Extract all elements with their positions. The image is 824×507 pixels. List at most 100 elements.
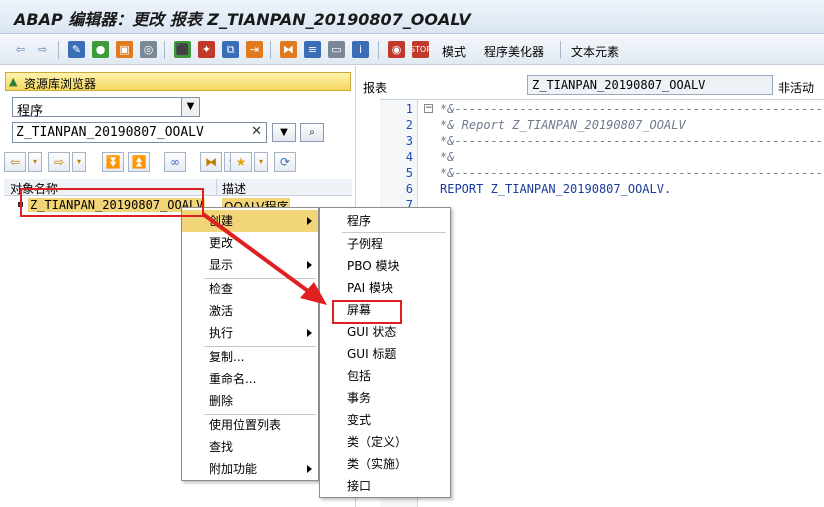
menu-item-activate[interactable]: 激活 <box>182 300 318 322</box>
breakpoint-icon[interactable]: ◉ <box>388 41 405 58</box>
display-change-icon[interactable]: ✎ <box>68 41 85 58</box>
fullscreen-icon[interactable]: ▭ <box>328 41 345 58</box>
repository-browser-header[interactable]: ▲ 资源库浏览器 <box>5 72 351 91</box>
clear-icon[interactable]: ✕ <box>251 124 262 139</box>
stop-icon[interactable]: STOP <box>410 41 431 58</box>
menu-item-label: 变式 <box>347 413 372 427</box>
menu-item-label: 创建 <box>209 214 234 228</box>
hierarchy-icon[interactable]: ⧓ <box>280 41 297 58</box>
pretty-printer-button[interactable]: 程序美化器 <box>484 43 544 60</box>
code-line[interactable]: *&--------------------------------------… <box>440 134 823 148</box>
next-object-icon[interactable]: ⇨ <box>48 152 70 172</box>
menu-item-label: 执行 <box>209 326 234 340</box>
object-type-select[interactable]: 程序 ▼ <box>12 97 200 119</box>
line-number: 6 <box>405 182 413 196</box>
favorites-star-icon[interactable]: ★ <box>230 152 252 172</box>
history-dropdown-button[interactable]: ▼ <box>272 123 296 142</box>
menu-item-label: 程序 <box>347 214 372 228</box>
menu-item-find[interactable]: 查找 <box>182 436 318 458</box>
menu-item-label: 类（定义） <box>347 435 408 449</box>
toolbar-separator <box>378 41 379 59</box>
application-toolbar: ⇦ ⇨ ✎ ● ▣ ◎ ⬛ ✦ ⧉ ⇥ ⧓ ≡ ▭ i ◉ STOP 模式 程序… <box>0 35 824 65</box>
repository-browser-toolbar: ⇦ ▾ ⇨ ▾ ⏬ ⏫ ∞ ⧓ ▾ ★ ▾ ⟳ <box>4 152 352 176</box>
menu-item-delete[interactable]: 删除 <box>182 390 318 412</box>
code-line[interactable]: *&--------------------------------------… <box>440 102 823 116</box>
object-name-input[interactable] <box>16 124 246 141</box>
check-icon[interactable]: ◎ <box>140 41 157 58</box>
activate-icon[interactable]: ⬛ <box>174 41 191 58</box>
text-elements-button[interactable]: 文本元素 <box>571 43 619 60</box>
indent-icon[interactable]: ≡ <box>304 41 321 58</box>
program-name-field: Z_TIANPAN_20190807_OOALV <box>527 75 773 95</box>
menu-item-label: GUI 状态 <box>347 325 397 339</box>
info-icon[interactable]: i <box>352 41 369 58</box>
where-used-icon[interactable]: ⧉ <box>222 41 239 58</box>
menu-item-rename[interactable]: 重命名... <box>182 368 318 390</box>
mode-button[interactable]: 模式 <box>442 43 466 60</box>
code-line[interactable]: REPORT Z_TIANPAN_20190807_OOALV. <box>440 182 671 196</box>
next-list-icon[interactable]: ▾ <box>72 152 86 172</box>
hierarchy-up-icon[interactable]: ⧓ <box>200 152 222 172</box>
menu-item-change[interactable]: 更改 <box>182 232 318 254</box>
submenu-item-subroutine[interactable]: 子例程 <box>320 233 450 255</box>
submenu-item-transaction[interactable]: 事务 <box>320 387 450 409</box>
code-line[interactable]: *& <box>440 150 454 164</box>
other-object-icon[interactable]: ▣ <box>116 41 133 58</box>
fold-toggle-icon[interactable]: − <box>424 104 433 113</box>
object-name-field[interactable]: ✕ <box>12 122 267 143</box>
menu-item-label: 包括 <box>347 369 372 383</box>
back-arrow-icon[interactable]: ⇦ <box>12 41 29 58</box>
toolbar-separator <box>270 41 271 59</box>
submenu-item-interface[interactable]: 接口 <box>320 475 450 497</box>
code-line[interactable]: *&--------------------------------------… <box>440 166 823 180</box>
submenu-item-gui-title[interactable]: GUI 标题 <box>320 343 450 365</box>
menu-item-execute[interactable]: 执行 <box>182 322 318 344</box>
active-inactive-icon[interactable]: ● <box>92 41 109 58</box>
menu-item-label: 事务 <box>347 391 372 405</box>
collapse-icon[interactable]: ⏬ <box>102 152 124 172</box>
previous-object-icon[interactable]: ⇦ <box>4 152 26 172</box>
annotation-box-screen <box>332 300 402 324</box>
submenu-item-variant[interactable]: 变式 <box>320 409 450 431</box>
previous-list-icon[interactable]: ▾ <box>28 152 42 172</box>
menu-item-label: 使用位置列表 <box>209 418 282 432</box>
submenu-arrow-icon <box>307 329 312 337</box>
submenu-item-pbo-module[interactable]: PBO 模块 <box>320 255 450 277</box>
menu-item-more-functions[interactable]: 附加功能 <box>182 458 318 480</box>
chevron-down-icon[interactable]: ▼ <box>181 98 199 116</box>
code-line[interactable]: *& Report Z_TIANPAN_20190807_OOALV <box>440 118 686 132</box>
submenu-item-class-implementation[interactable]: 类（实施） <box>320 453 450 475</box>
menu-item-display[interactable]: 显示 <box>182 254 318 276</box>
submenu-item-pai-module[interactable]: PAI 模块 <box>320 277 450 299</box>
menu-item-label: 类（实施） <box>347 457 408 471</box>
navigation-icon[interactable]: ⇥ <box>246 41 263 58</box>
refresh-icon[interactable]: ⟳ <box>274 152 296 172</box>
menu-item-check[interactable]: 检查 <box>182 278 318 300</box>
test-icon[interactable]: ✦ <box>198 41 215 58</box>
favorites-dropdown-icon[interactable]: ▾ <box>254 152 268 172</box>
submenu-item-include[interactable]: 包括 <box>320 365 450 387</box>
line-number: 4 <box>405 150 413 164</box>
submenu-item-gui-status[interactable]: GUI 状态 <box>320 321 450 343</box>
expand-icon[interactable]: ⏫ <box>128 152 150 172</box>
menu-item-label: 激活 <box>209 304 234 318</box>
repository-browser-title: 资源库浏览器 <box>24 77 97 91</box>
column-divider[interactable] <box>216 179 217 196</box>
submenu-item-program[interactable]: 程序 <box>320 210 450 232</box>
binoculars-icon[interactable]: ∞ <box>164 152 186 172</box>
menu-item-label: 子例程 <box>347 237 384 251</box>
menu-item-copy[interactable]: 复制... <box>182 346 318 368</box>
display-glasses-button[interactable]: ⌕ <box>300 123 324 142</box>
submenu-arrow-icon <box>307 465 312 473</box>
menu-item-label: 查找 <box>209 440 234 454</box>
submenu-item-class-definition[interactable]: 类（定义） <box>320 431 450 453</box>
menu-item-label: 检查 <box>209 282 234 296</box>
context-menu: 创建 更改 显示 检查 激活 执行 复制... 重命名... 删除 使用位置列表… <box>181 207 319 481</box>
line-number: 5 <box>405 166 413 180</box>
menu-item-where-used[interactable]: 使用位置列表 <box>182 414 318 436</box>
activation-status: 非活动 <box>778 81 815 95</box>
column-header-description[interactable]: 描述 <box>222 180 246 197</box>
menu-item-label: 重命名... <box>209 372 257 386</box>
forward-arrow-icon[interactable]: ⇨ <box>34 41 51 58</box>
menu-item-label: 显示 <box>209 258 234 272</box>
